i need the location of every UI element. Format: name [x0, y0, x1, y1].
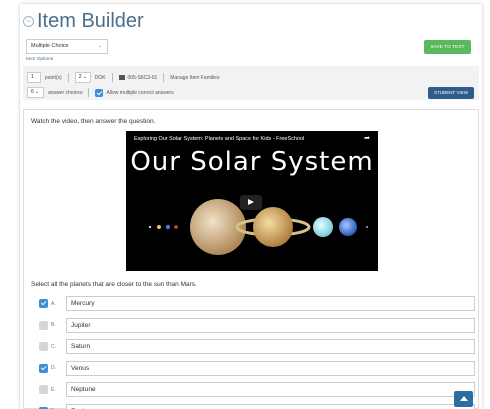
answer-letter: B.: [51, 322, 56, 329]
dok-label: DOK: [94, 74, 106, 81]
manage-item-families-link[interactable]: Manage Item Families: [170, 75, 219, 81]
answer-choices-list: A. Mercury B. Jupiter C. Saturn D. Venus E. Neptu…: [39, 293, 475, 409]
answer-letter: D.: [51, 365, 56, 372]
allow-multiple-checkbox[interactable]: [95, 88, 104, 97]
play-icon[interactable]: [240, 195, 262, 210]
answer-choice-row: C. Saturn: [39, 336, 475, 358]
mars-planet: [174, 225, 178, 229]
divider: [88, 88, 90, 97]
answer-choice-row: A. Mercury: [39, 293, 475, 315]
dok-select[interactable]: 2 ⌄: [74, 72, 91, 83]
uranus-planet: [313, 217, 333, 237]
standard-code[interactable]: 005-S6C3-01: [128, 75, 158, 81]
neptune-planet: [339, 218, 357, 236]
answer-choices-label: answer choices: [48, 89, 83, 96]
answer-choice-row: B. Jupiter: [39, 315, 475, 337]
answer-text-input[interactable]: Saturn: [66, 339, 475, 355]
student-view-button[interactable]: STUDENT VIEW: [428, 87, 474, 99]
standard-icon: [118, 75, 125, 80]
answer-letter: A.: [51, 300, 56, 307]
answer-text-input[interactable]: Neptune: [66, 382, 475, 398]
divider: [67, 73, 69, 82]
question-stem: Watch the video, then answer the questio…: [31, 118, 156, 125]
correct-answer-checkbox[interactable]: [39, 363, 48, 373]
item-builder-panel: − Item Builder Multiple Choice ⌄ SAVE TO…: [20, 4, 482, 409]
venus-planet: [157, 225, 161, 229]
pluto-planet: [366, 226, 368, 228]
answer-text-input[interactable]: Mercury: [66, 296, 475, 312]
answer-text-input[interactable]: Jupiter: [66, 317, 475, 333]
correct-answer-checkbox[interactable]: [39, 385, 48, 395]
question-type-value: Multiple Choice: [31, 43, 69, 49]
item-options-row-2: 6 ⌄ answer choices Allow multiple correc…: [27, 87, 174, 98]
save-to-test-button[interactable]: SAVE TO TEST: [424, 40, 471, 54]
answer-choices-select[interactable]: 6 ⌄: [27, 87, 44, 98]
mercury-planet: [148, 225, 152, 229]
correct-answer-checkbox[interactable]: [39, 320, 48, 330]
divider: [111, 73, 113, 82]
question-type-select[interactable]: Multiple Choice ⌄: [26, 39, 108, 54]
answer-choices-value: 6: [31, 89, 34, 95]
video-player[interactable]: Exploring Our Solar System: Planets and …: [126, 131, 378, 271]
dok-value: 2: [78, 74, 82, 80]
answer-text-input[interactable]: Venus: [66, 360, 475, 376]
allow-multiple-label: Allow multiple correct answers: [106, 89, 174, 96]
answer-choice-row: E. Neptune: [39, 379, 475, 401]
answer-letter: E.: [51, 386, 56, 393]
chevron-down-icon: ⌄: [97, 43, 102, 49]
scroll-to-top-button[interactable]: [454, 391, 473, 407]
correct-answer-checkbox[interactable]: [39, 342, 48, 352]
correct-answer-checkbox[interactable]: [39, 299, 48, 309]
points-input[interactable]: 1: [27, 72, 41, 83]
page-title: Item Builder: [37, 9, 144, 32]
answer-letter: C.: [51, 343, 56, 350]
collapse-icon[interactable]: −: [23, 15, 34, 27]
answer-choice-row: F.Earth: [39, 401, 475, 409]
points-label: point(s): [45, 74, 62, 81]
item-options-label: Item Options: [26, 57, 54, 62]
earth-planet: [165, 224, 171, 230]
saturn-planet: [253, 207, 293, 247]
answer-choice-row: D. Venus: [39, 358, 475, 380]
answer-text-input[interactable]: Earth: [66, 403, 475, 409]
question-prompt: Select all the planets that are closer t…: [31, 281, 197, 288]
question-content: Watch the video, then answer the questio…: [23, 109, 479, 409]
item-options-row-1: 1 point(s) 2 ⌄ DOK 005-S6C3-01 Manage It…: [27, 72, 219, 83]
divider: [163, 73, 165, 82]
title-row: − Item Builder: [20, 6, 144, 36]
